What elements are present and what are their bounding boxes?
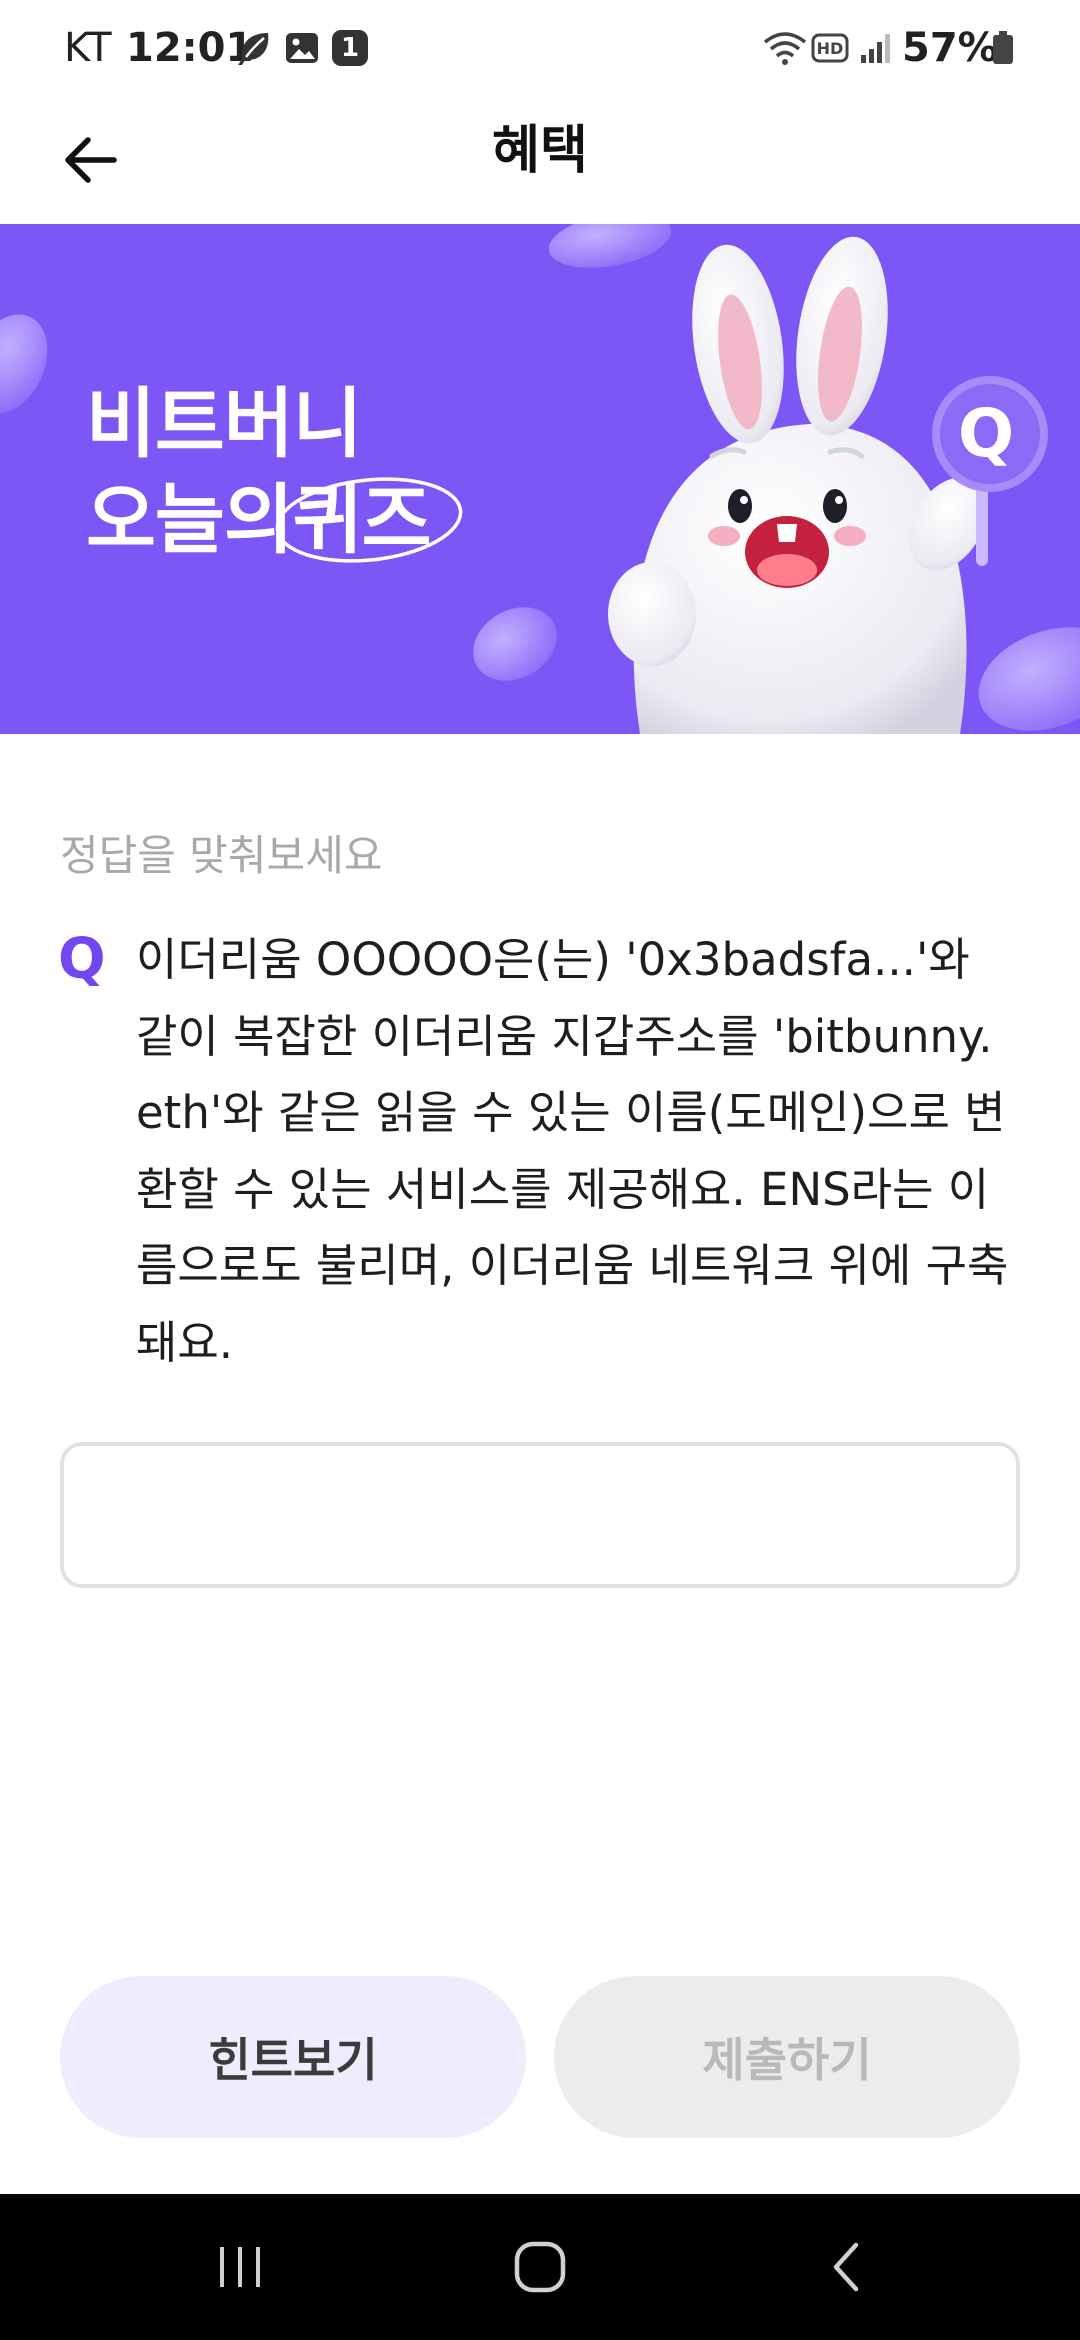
quiz-banner[interactable]: Q 비트버니 오늘의 퀴즈 [0, 224, 1080, 734]
system-nav-bar [0, 2194, 1080, 2340]
battery-icon [990, 28, 1016, 68]
banner-title-prefix: 오늘의 [86, 475, 294, 564]
question-text: 이더리움 OOOOO은(는) '0x3badsfa...'와 같이 복잡한 이더… [136, 933, 1009, 1369]
quiz-prompt: 정답을 맞춰보세요 [60, 831, 383, 880]
home-icon [514, 2241, 566, 2293]
banner-title-highlight: 퀴즈 [292, 475, 432, 564]
signal-icon [856, 28, 896, 68]
app-header: 혜택 [0, 96, 1080, 224]
hd-label: HD [816, 38, 844, 58]
page-title: 혜택 [492, 121, 588, 181]
back-button[interactable] [40, 110, 140, 210]
submit-button[interactable]: 제출하기 [554, 1976, 1020, 2138]
home-button[interactable] [440, 2194, 640, 2340]
question-q-icon: Q [58, 927, 106, 992]
banner-q-badge: Q [958, 395, 1015, 472]
hint-button[interactable]: 힌트보기 [60, 1976, 526, 2138]
gallery-icon [282, 28, 322, 68]
battery-percent: 57% [902, 25, 998, 71]
recent-apps-icon [220, 2247, 260, 2287]
wifi-icon [762, 28, 808, 68]
chevron-left-icon [833, 2242, 859, 2292]
recent-apps-button[interactable] [140, 2194, 340, 2340]
answer-input[interactable] [60, 1442, 1020, 1588]
leaf-icon [234, 28, 276, 68]
arrow-left-icon [65, 137, 117, 183]
notification-count: 1 [340, 33, 360, 63]
hd-voice-icon: HD [810, 28, 850, 68]
banner-title: 비트버니 오늘의 퀴즈 [86, 376, 463, 568]
carrier-label: KT [64, 25, 112, 71]
status-bar: KT 12:01 1 HD 57% [0, 0, 1080, 96]
nav-back-button[interactable] [746, 2194, 946, 2340]
notification-badge-icon: 1 [330, 28, 370, 68]
banner-title-line1: 비트버니 [86, 379, 363, 468]
